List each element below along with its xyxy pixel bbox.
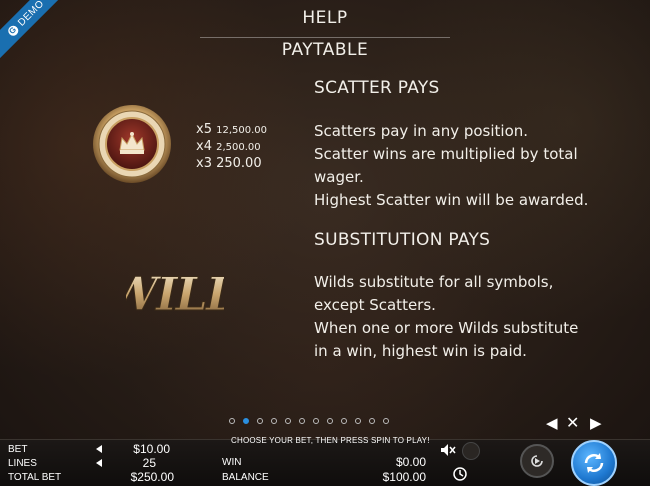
history-icon[interactable]: [452, 466, 468, 482]
status-message: CHOOSE YOUR BET, THEN PRESS SPIN TO PLAY…: [231, 436, 430, 445]
text-line: Scatters pay in any position.: [314, 122, 529, 140]
autoplay-button[interactable]: [520, 444, 554, 478]
scatter-heading: SCATTER PAYS: [314, 78, 440, 98]
page-subtitle: PAYTABLE: [281, 40, 369, 60]
page-dot[interactable]: [327, 418, 333, 424]
page-dot[interactable]: [285, 418, 291, 424]
prev-page-button[interactable]: ◀: [546, 414, 558, 432]
bet-value: $10.00: [133, 442, 170, 456]
close-button[interactable]: ✕: [566, 413, 579, 432]
text-line: Highest Scatter win will be awarded.: [314, 191, 589, 209]
page-dot[interactable]: [299, 418, 305, 424]
pay-count: x5: [196, 122, 212, 137]
wild-symbol-icon: WILD: [126, 267, 224, 321]
total-bet-label: TOTAL BET: [8, 472, 62, 483]
page-dot[interactable]: [257, 418, 263, 424]
bet-decrease-button[interactable]: [96, 445, 102, 453]
scatter-description: Scatters pay in any position. Scatter wi…: [314, 120, 614, 212]
bottom-bar: BET $10.00 LINES 25 TOTAL BET $250.00 CH…: [0, 436, 650, 486]
pay-count: x3: [196, 156, 212, 171]
sound-mute-icon[interactable]: [440, 443, 456, 457]
wild-symbol-text: WILD: [126, 267, 224, 320]
text-line: When one or more Wilds substitute: [314, 319, 579, 337]
scatter-paytable: x5 12,500.00 x4 2,500.00 x3 250.00: [196, 122, 267, 172]
balance-label: BALANCE: [222, 472, 269, 483]
text-line: Wilds substitute for all symbols,: [314, 273, 554, 291]
substitution-description: Wilds substitute for all symbols, except…: [314, 271, 614, 363]
text-line: wager.: [314, 168, 364, 186]
title-divider: [200, 37, 450, 38]
substitution-heading: SUBSTITUTION PAYS: [314, 230, 491, 250]
pay-amount: 12,500.00: [216, 125, 268, 136]
page-dot[interactable]: [271, 418, 277, 424]
scatter-crown-coin-icon: [93, 105, 171, 183]
page-dot[interactable]: [383, 418, 389, 424]
win-value: $0.00: [395, 455, 426, 469]
text-line: except Scatters.: [314, 296, 436, 314]
bet-label: BET: [8, 444, 28, 455]
page-dot[interactable]: [355, 418, 361, 424]
pay-amount: 250.00: [216, 156, 262, 171]
page-title: HELP: [302, 8, 348, 28]
win-label: WIN: [222, 457, 242, 468]
page-dot[interactable]: [243, 418, 249, 424]
page-dot[interactable]: [369, 418, 375, 424]
total-bet-value: $250.00: [130, 470, 174, 484]
pay-row: x4 2,500.00: [196, 139, 267, 156]
pay-count: x4: [196, 139, 212, 154]
pay-row: x5 12,500.00: [196, 122, 267, 139]
page-dot[interactable]: [313, 418, 319, 424]
lines-label: LINES: [8, 458, 37, 469]
pay-row: x3 250.00: [196, 156, 267, 172]
text-line: in a win, highest win is paid.: [314, 342, 527, 360]
spin-arrows-icon: [584, 453, 604, 473]
pay-amount: 2,500.00: [216, 142, 261, 153]
next-page-button[interactable]: ▶: [590, 414, 602, 432]
balance-value: $100.00: [382, 470, 426, 484]
page-dot[interactable]: [229, 418, 235, 424]
settings-toggle-button[interactable]: [462, 442, 480, 460]
page-indicator: [229, 418, 389, 424]
page-dot[interactable]: [341, 418, 347, 424]
spin-button[interactable]: [571, 440, 617, 486]
lines-value: 25: [142, 456, 156, 470]
lines-decrease-button[interactable]: [96, 459, 102, 467]
text-line: Scatter wins are multiplied by total: [314, 145, 578, 163]
autoplay-icon: [531, 455, 543, 467]
